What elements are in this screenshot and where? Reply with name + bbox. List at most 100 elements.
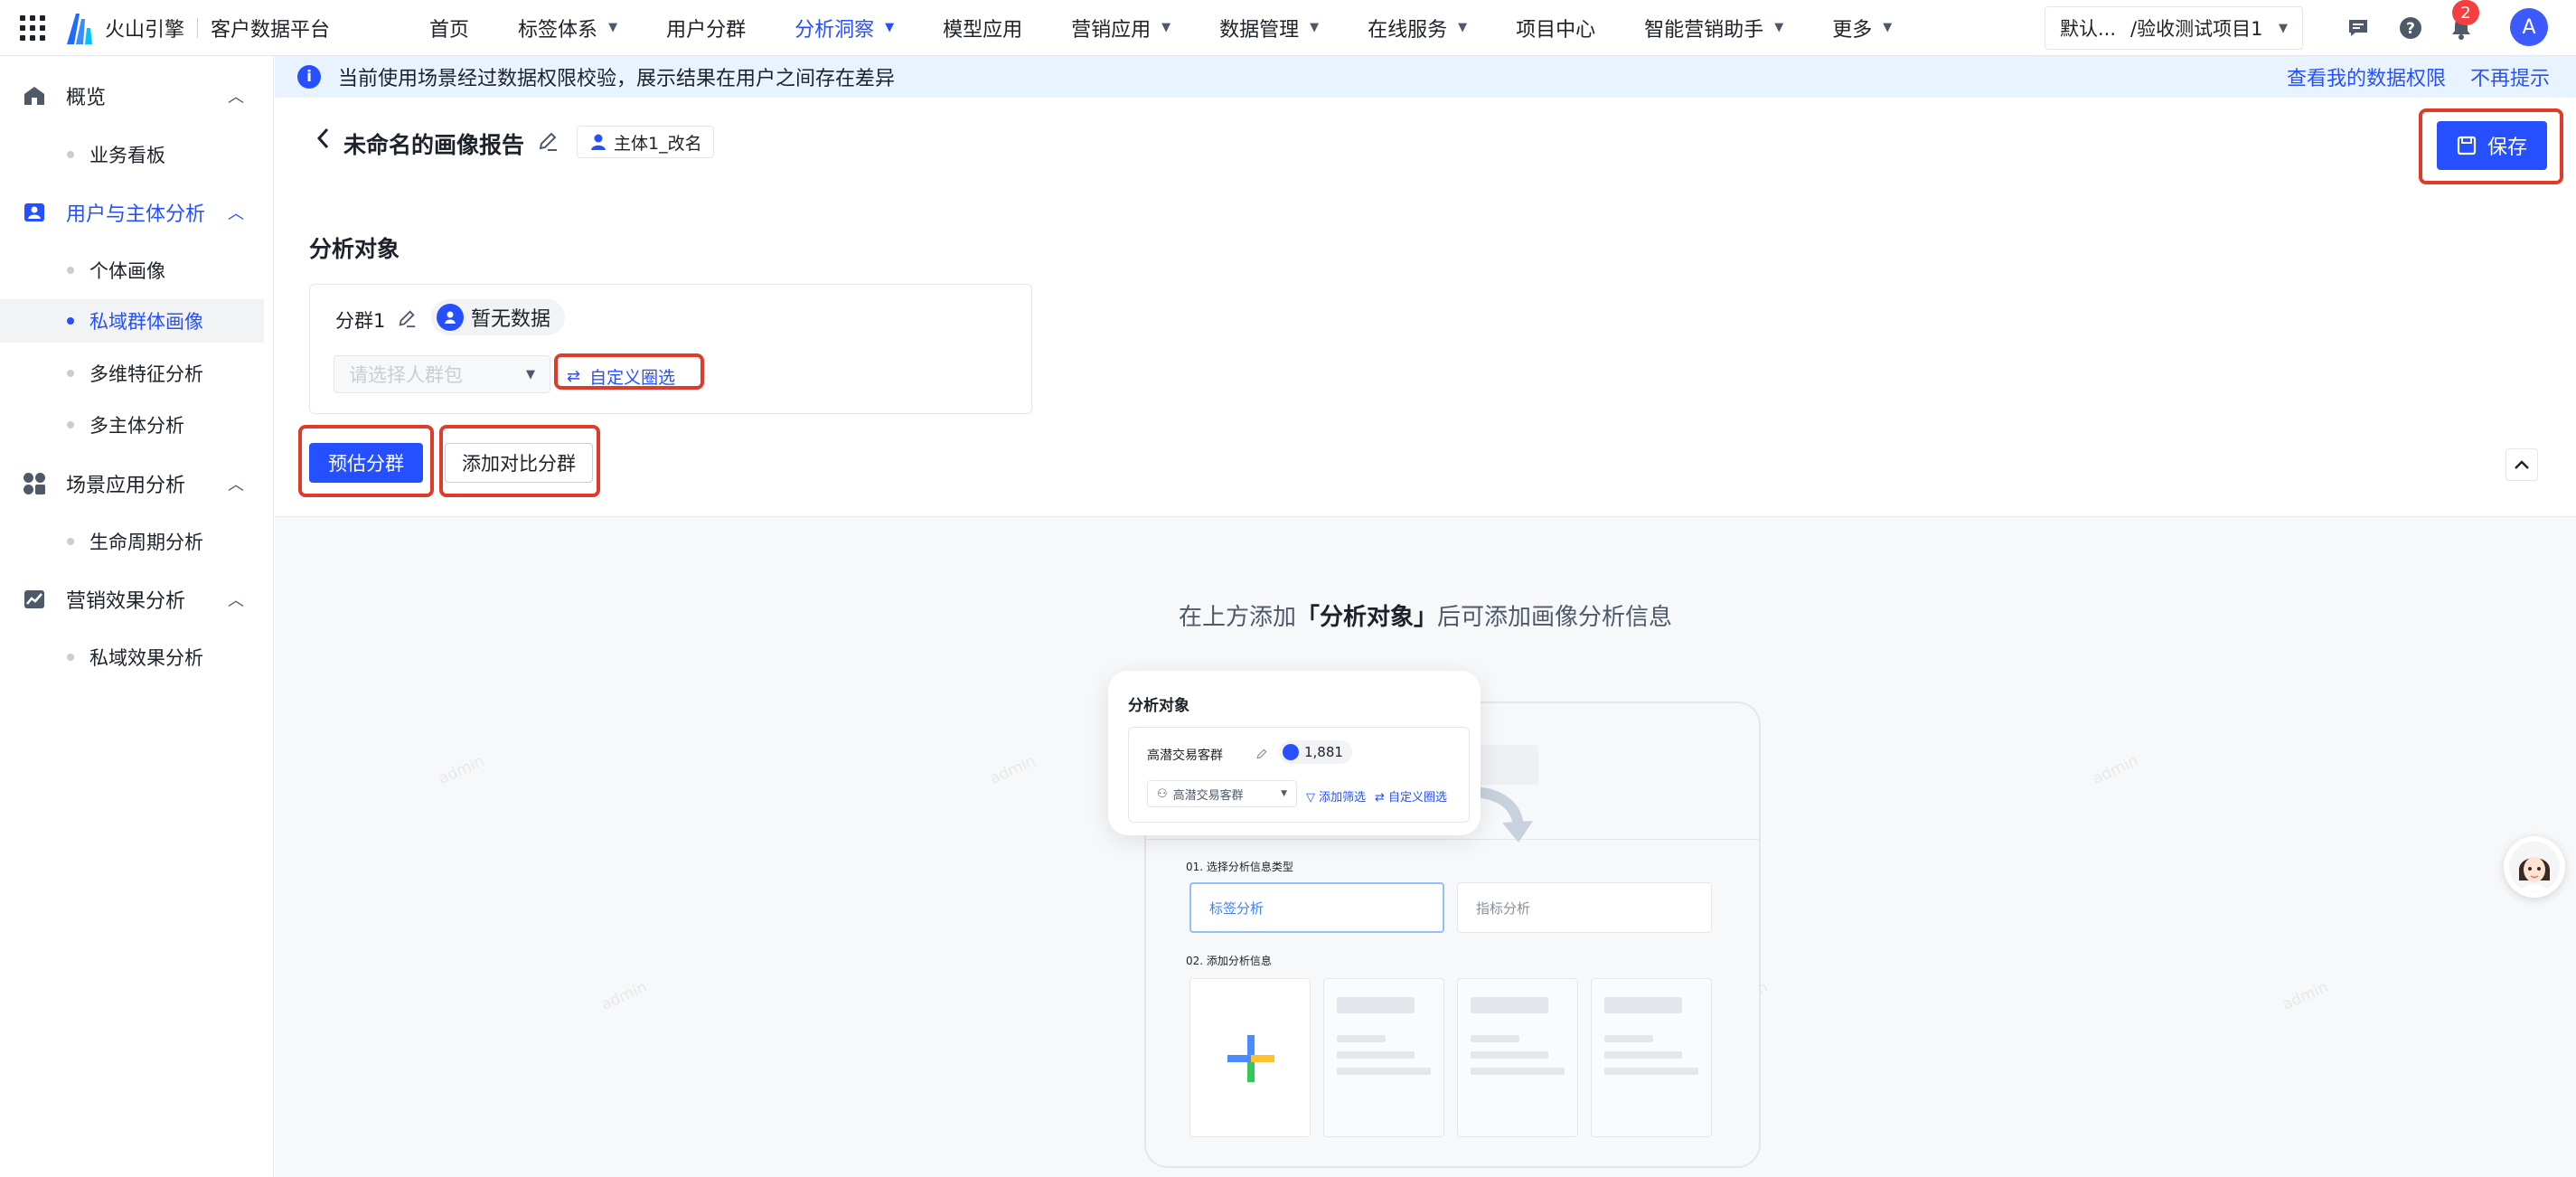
apps-icon (22, 471, 47, 496)
illustration-option-tag-label: 标签分析 (1209, 899, 1264, 917)
plus-icon-bar (1227, 1055, 1274, 1062)
nav-item[interactable]: 更多 ▼ (1832, 14, 1892, 42)
nav-item[interactable]: 模型应用 (943, 14, 1022, 42)
sidebar-item-business-board[interactable]: 业务看板 (0, 133, 264, 176)
illustration-group-name: 高潜交易客群 (1147, 749, 1223, 763)
nav-item[interactable]: 数据管理 ▼ (1219, 14, 1319, 42)
group-card: 分群1 暂无数据 请选择人群包 ▼ ⇄ 自定义圈选 (309, 284, 1032, 414)
sidebar: 概览 ︿ 业务看板 用户与主体分析 ︿ 个体画像 私域群体画像 多维特征分析 多… (0, 56, 274, 1177)
illustration-select: ⚇ 高潜交易客群 ▼ (1147, 780, 1297, 807)
back-arrow-icon[interactable] (313, 125, 334, 152)
smart-assistant-avatar[interactable] (2504, 836, 2565, 898)
illustration-option-metric: 指标分析 (1457, 882, 1712, 933)
svg-text:?: ? (2406, 20, 2415, 38)
nav-item[interactable]: 营销应用 ▼ (1071, 14, 1170, 42)
sidebar-group-label: 场景应用分析 (66, 475, 186, 497)
highlight-custom-select (554, 353, 704, 390)
nav-item[interactable]: 在线服务 ▼ (1368, 14, 1467, 42)
sidebar-item-multi-subject[interactable]: 多主体分析 (0, 403, 264, 447)
help-icon[interactable]: ? (2397, 14, 2424, 42)
avatar[interactable]: A (2510, 8, 2548, 46)
sidebar-item-private-effect[interactable]: 私域效果分析 (0, 636, 264, 679)
main-nav: 首页 标签体系 ▼ 用户分群 分析洞察 ▼ 模型应用 营销应用 ▼ 数据管理 ▼ 在线服务 ▼ 项目中心 智… (429, 14, 1941, 42)
top-navigation: 火山引擎 客户数据平台 首页 标签体系 ▼ 用户分群 分析洞察 ▼ 模型应用 营销应用 ▼ 数据管… (0, 0, 2576, 56)
sidebar-item-individual-portrait[interactable]: 个体画像 (0, 249, 264, 292)
illustration-option-metric-label: 指标分析 (1476, 899, 1531, 917)
collapse-button[interactable] (2505, 448, 2538, 481)
view-permission-link[interactable]: 查看我的数据权限 (2287, 62, 2446, 91)
crowd-icon (437, 304, 464, 331)
illustration-placeholder-tile (1591, 978, 1712, 1137)
page-title: 未命名的画像报告 (343, 132, 525, 158)
group-name: 分群1 (335, 310, 386, 332)
nav-item[interactable]: 首页 (429, 14, 469, 42)
nav-item[interactable]: 项目中心 (1516, 14, 1595, 42)
nav-item-label: 分析洞察 (794, 18, 875, 42)
watermark-text: admin (2280, 978, 2332, 1014)
illustration-placeholder-tile (1457, 978, 1578, 1137)
sidebar-item-multi-feature[interactable]: 多维特征分析 (0, 352, 264, 395)
empty-hint-after: 后可添加画像分析信息 (1437, 604, 1673, 631)
illustration-select-value: 高潜交易客群 (1172, 788, 1244, 803)
chevron-down-icon: ▼ (1310, 21, 1320, 34)
sidebar-group-overview[interactable]: 概览 ︿ (0, 75, 274, 117)
project-select[interactable]: 默认... /验收测试项目1 ▼ (2045, 6, 2303, 50)
nav-item-label: 标签体系 (518, 18, 598, 42)
message-icon[interactable] (2345, 14, 2372, 42)
nav-item[interactable]: 标签体系 ▼ (518, 14, 617, 42)
empty-hint-bold: 「分析对象」 (1295, 604, 1437, 631)
chevron-down-icon: ▼ (1883, 21, 1893, 34)
analysis-target-panel: 分析对象 分群1 暂无数据 请选择人群包 ▼ ⇄ 自定义圈选 预估分群 添加对比… (275, 190, 2576, 517)
nav-item-label: 用户分群 (666, 18, 747, 42)
sidebar-group-label: 用户与主体分析 (66, 203, 206, 226)
nav-item-label: 更多 (1832, 18, 1873, 42)
brand-name: 火山引擎 (105, 18, 185, 42)
crowd-select[interactable]: 请选择人群包 ▼ (334, 355, 550, 393)
nav-item[interactable]: 分析洞察 ▼ (794, 14, 894, 42)
illustration-count: 1,881 (1304, 744, 1343, 760)
nav-item[interactable]: 智能营销助手 ▼ (1644, 14, 1783, 42)
edit-icon[interactable] (537, 130, 559, 152)
crowd-select-placeholder: 请选择人群包 (349, 364, 463, 386)
nav-item-label: 项目中心 (1516, 18, 1596, 42)
subject-tag-label: 主体1_改名 (614, 133, 702, 154)
sidebar-item-label: 多维特征分析 (89, 363, 203, 385)
chevron-down-icon: ▼ (1281, 789, 1287, 798)
empty-illustration: 01. 选择分析信息类型 标签分析 指标分析 02. 添加分析信息 分析对象 高… (1108, 671, 1761, 1177)
illustration-title: 分析对象 (1128, 697, 1189, 715)
watermark-text: admin (436, 752, 488, 788)
illustration-option-tag: 标签分析 (1189, 882, 1444, 933)
sidebar-group-marketing[interactable]: 营销效果分析 ︿ (0, 579, 274, 620)
illustration-step2: 02. 添加分析信息 (1186, 955, 1272, 967)
brand-divider (197, 17, 199, 38)
project-select-value: /验收测试项目1 (2130, 18, 2263, 40)
nav-item-label: 智能营销助手 (1644, 18, 1764, 42)
illustration-add-filter: ▽ 添加筛选 (1306, 787, 1366, 805)
person-icon: ⚇ (1157, 786, 1168, 801)
bullet-icon (67, 654, 74, 661)
edit-icon[interactable] (397, 308, 417, 328)
chevron-up-icon: ︿ (228, 591, 244, 610)
user-card-icon (22, 200, 47, 225)
chevron-down-icon: ▼ (608, 21, 618, 34)
illustration-custom-select-label: 自定义圈选 (1388, 791, 1448, 805)
nav-item-label: 首页 (429, 18, 470, 42)
dismiss-link[interactable]: 不再提示 (2470, 62, 2550, 91)
highlight-estimate (298, 425, 434, 497)
nav-item[interactable]: 用户分群 (666, 14, 746, 42)
sidebar-group-user-subject[interactable]: 用户与主体分析 ︿ (0, 192, 274, 233)
sidebar-group-label: 概览 (66, 87, 107, 109)
sidebar-group-scene[interactable]: 场景应用分析 ︿ (0, 463, 274, 504)
sidebar-item-private-group-portrait[interactable]: 私域群体画像 (0, 299, 264, 343)
sidebar-item-label: 私域效果分析 (89, 647, 203, 669)
sidebar-item-lifecycle[interactable]: 生命周期分析 (0, 520, 264, 563)
notice-text: 当前使用场景经过数据权限校验，展示结果在用户之间存在差异 (338, 68, 896, 90)
illustration-front-card: 分析对象 高潜交易客群 1,881 ⚇ 高潜交易客群 ▼ ▽ 添加筛选 ⇄ 自定… (1108, 671, 1481, 835)
bullet-icon (67, 267, 74, 274)
info-icon: i (297, 65, 321, 89)
nav-item-label: 在线服务 (1368, 18, 1448, 42)
apps-grid-icon[interactable] (20, 14, 45, 41)
subject-tag[interactable]: 主体1_改名 (577, 126, 714, 158)
bullet-icon (67, 538, 74, 545)
chevron-up-icon (2515, 460, 2529, 469)
